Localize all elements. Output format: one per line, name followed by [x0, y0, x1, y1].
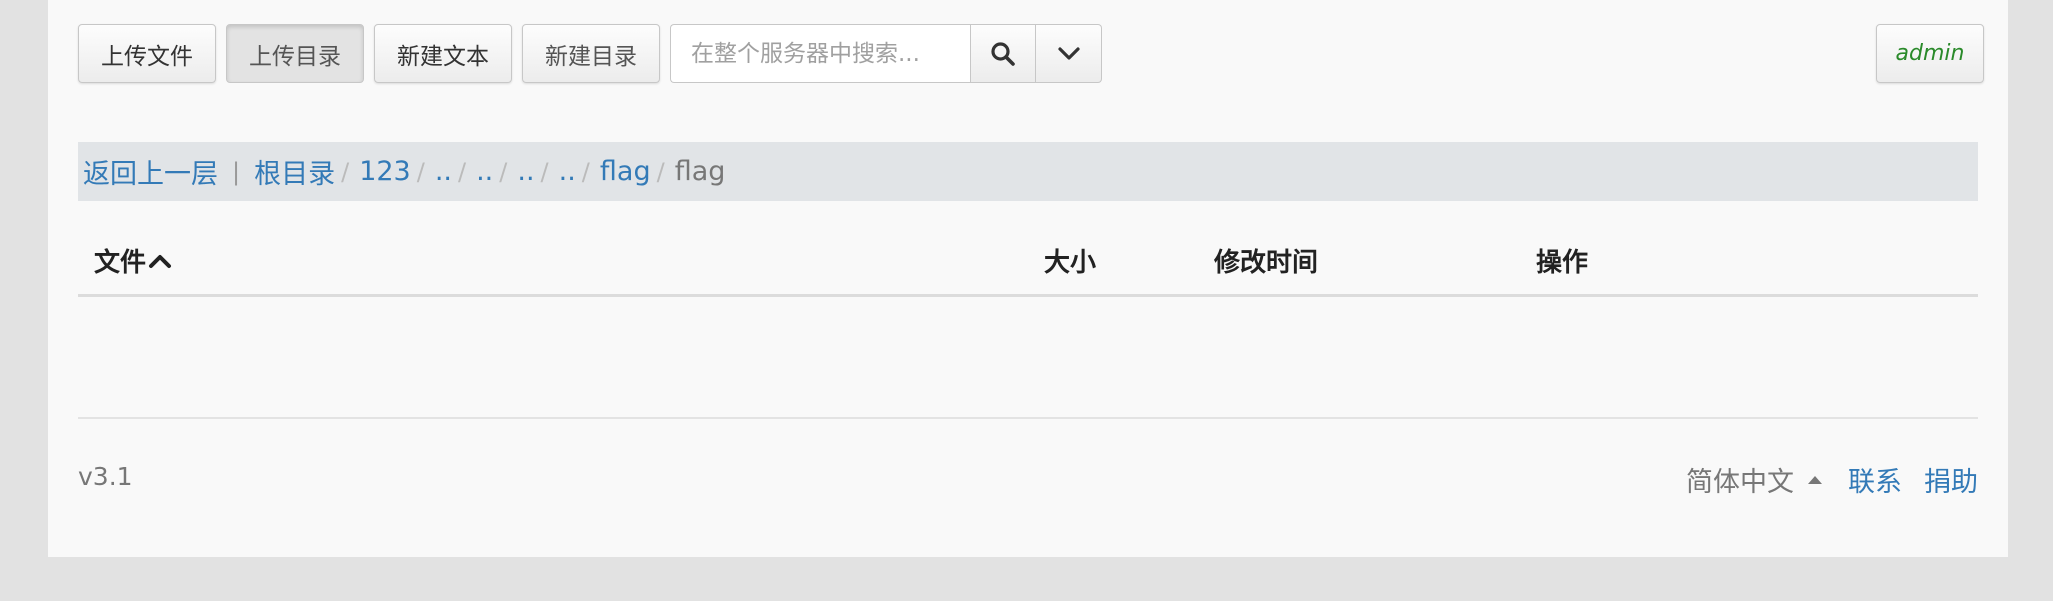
search-input[interactable]: [670, 24, 970, 83]
language-label: 简体中文: [1686, 467, 1794, 498]
column-label-actions: 操作: [1536, 248, 1589, 278]
chevron-down-icon: [1057, 46, 1080, 60]
breadcrumb-back-link[interactable]: 返回上一层: [83, 152, 218, 191]
file-manager-page: 上传文件 上传目录 新建文本 新建目录 admin 返回上一层 | 根目录 / …: [48, 0, 2008, 557]
search-options-button[interactable]: [1036, 24, 1102, 83]
upload-file-button[interactable]: 上传文件: [78, 24, 216, 83]
column-label-modified: 修改时间: [1214, 248, 1319, 278]
breadcrumb-item-parent[interactable]: ..: [435, 156, 452, 187]
column-header-actions: 操作: [1536, 242, 1588, 279]
donate-link[interactable]: 捐助: [1924, 460, 1978, 499]
column-label-file: 文件: [94, 248, 147, 278]
column-header-file[interactable]: 文件: [94, 242, 172, 279]
user-button[interactable]: admin: [1876, 24, 1984, 83]
search-group: [670, 24, 1102, 83]
breadcrumb-item-123[interactable]: 123: [359, 156, 411, 187]
chevron-up-icon: [149, 254, 172, 268]
new-directory-button[interactable]: 新建目录: [522, 24, 660, 83]
breadcrumb-current: flag: [674, 156, 726, 187]
new-text-button[interactable]: 新建文本: [374, 24, 512, 83]
breadcrumb-separator: /: [540, 157, 549, 186]
breadcrumb-separator: /: [341, 157, 350, 186]
breadcrumb-item-parent[interactable]: ..: [517, 156, 534, 187]
contact-link[interactable]: 联系: [1848, 460, 1902, 499]
language-selector[interactable]: 简体中文: [1686, 460, 1826, 499]
version-label: v3.1: [78, 462, 133, 491]
toolbar: 上传文件 上传目录 新建文本 新建目录: [78, 24, 1102, 83]
footer-links: 简体中文 联系 捐助: [1686, 460, 1978, 499]
breadcrumb: 返回上一层 | 根目录 / 123 / .. / .. / .. / .. / …: [78, 142, 1978, 201]
breadcrumb-item-parent[interactable]: ..: [559, 156, 576, 187]
upload-directory-button[interactable]: 上传目录: [226, 24, 364, 83]
breadcrumb-separator: /: [581, 157, 590, 186]
search-icon: [991, 41, 1015, 66]
caret-up-icon: [1808, 475, 1822, 484]
breadcrumb-divider: |: [232, 157, 241, 186]
breadcrumb-separator: /: [656, 157, 665, 186]
breadcrumb-separator: /: [416, 157, 425, 186]
column-label-size: 大小: [1044, 248, 1097, 278]
breadcrumb-root-link[interactable]: 根目录: [254, 152, 335, 191]
column-header-modified[interactable]: 修改时间: [1214, 242, 1318, 279]
breadcrumb-item-parent[interactable]: ..: [476, 156, 493, 187]
breadcrumb-separator: /: [458, 157, 467, 186]
file-table-header: 文件 大小 修改时间 操作: [78, 228, 1978, 297]
search-button[interactable]: [970, 24, 1036, 83]
breadcrumb-item-flag[interactable]: flag: [600, 156, 651, 187]
breadcrumb-separator: /: [499, 157, 508, 186]
column-header-size[interactable]: 大小: [1044, 242, 1096, 279]
table-bottom-divider: [78, 417, 1978, 419]
